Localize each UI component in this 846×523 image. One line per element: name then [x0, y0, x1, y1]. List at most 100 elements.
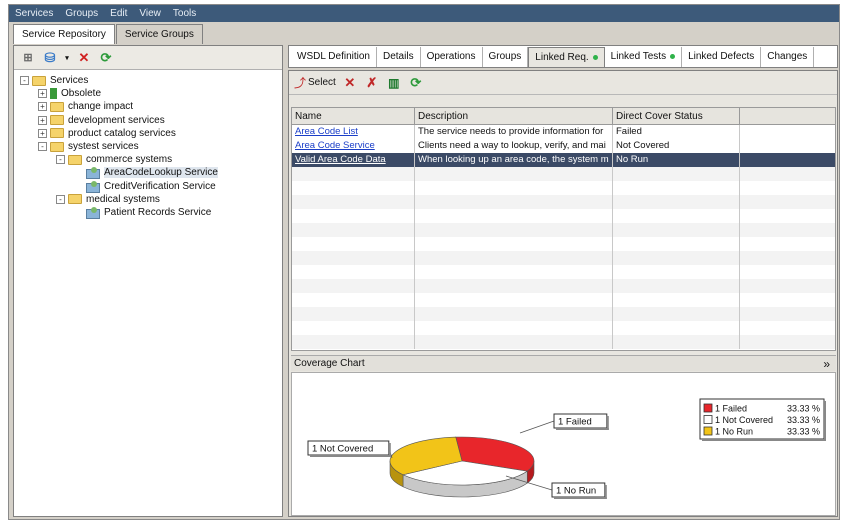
app-window: Services Groups Edit View Tools Service …	[8, 4, 840, 520]
menu-view[interactable]: View	[139, 8, 161, 19]
remove-all-links-icon[interactable]: ✗	[364, 75, 380, 91]
tree-node[interactable]: + development services	[20, 114, 282, 127]
empty-table-row	[292, 279, 835, 293]
menu-services[interactable]: Services	[15, 8, 53, 19]
expand-icon[interactable]: +	[38, 102, 47, 112]
table-cell-name	[292, 293, 415, 307]
table-cell-name	[292, 181, 415, 195]
table-cell-name	[292, 167, 415, 181]
empty-table-row	[292, 321, 835, 335]
tree-node[interactable]: - Services	[20, 74, 282, 87]
dropdown-arrow-icon[interactable]: ▾	[64, 50, 70, 66]
add-service-icon[interactable]: ⛁	[42, 50, 58, 66]
expand-icon[interactable]: +	[38, 89, 47, 99]
requirement-link[interactable]: Area Code Service	[295, 140, 375, 151]
table-cell-name: Area Code Service	[292, 139, 415, 153]
requirement-link[interactable]: Valid Area Code Data	[295, 154, 386, 165]
table-cell-status	[613, 167, 740, 181]
delete-icon[interactable]: ✕	[76, 50, 92, 66]
legend-swatch	[703, 426, 713, 436]
tab-details[interactable]: Details	[377, 47, 421, 67]
linked-requirements-grid: Name Description Direct Cover Status Are…	[291, 107, 836, 351]
refresh-icon[interactable]: ⟳	[408, 75, 424, 91]
table-row[interactable]: Area Code List The service needs to provi…	[292, 125, 835, 139]
table-cell-name	[292, 321, 415, 335]
tree-node[interactable]: - commerce systems	[20, 153, 282, 166]
table-cell-status	[613, 265, 740, 279]
tab-wsdl-definition[interactable]: WSDL Definition	[291, 47, 377, 67]
legend-percent: 33.33 %	[787, 404, 820, 414]
collapse-icon[interactable]: -	[20, 76, 29, 86]
has-links-indicator-icon	[670, 54, 676, 59]
table-cell-desc	[415, 265, 613, 279]
columns-icon[interactable]: ▥	[386, 75, 402, 91]
menu-edit[interactable]: Edit	[110, 8, 127, 19]
callout-shadow	[604, 485, 607, 499]
table-cell-status	[613, 195, 740, 209]
collapse-icon[interactable]: -	[56, 194, 65, 204]
tree-node[interactable]: + Obsolete	[20, 87, 282, 100]
tree-node-label: AreaCodeLookup Service	[104, 167, 218, 179]
tab-label: Linked Tests	[610, 51, 667, 62]
table-cell-desc	[415, 293, 613, 307]
collapse-icon[interactable]: -	[38, 142, 47, 152]
tree-node[interactable]: - medical systems	[20, 193, 282, 206]
table-cell-name	[292, 335, 415, 349]
table-cell-status	[613, 321, 740, 335]
tab-service-repository[interactable]: Service Repository	[13, 24, 115, 44]
service-icon	[86, 167, 100, 180]
legend-label: 1 No Run	[715, 427, 753, 437]
remove-link-icon[interactable]: ✕	[342, 75, 358, 91]
column-header-name[interactable]: Name	[292, 108, 415, 124]
tab-changes[interactable]: Changes	[761, 47, 815, 67]
menu-tools[interactable]: Tools	[173, 8, 196, 19]
callout-shadow	[606, 416, 609, 430]
coverage-chart-header: Coverage Chart »	[291, 355, 836, 371]
tree-node[interactable]: AreaCodeLookup Service	[20, 166, 282, 180]
new-folder-icon[interactable]: ⊞	[20, 50, 36, 66]
tree-node-label: product catalog services	[68, 127, 176, 139]
folder-icon	[68, 154, 82, 165]
expand-icon[interactable]: +	[38, 128, 47, 138]
callout-label: 1 No Run	[556, 486, 596, 497]
tab-service-groups[interactable]: Service Groups	[115, 24, 203, 44]
refresh-icon[interactable]: ⟳	[98, 50, 114, 66]
tab-linked-defects[interactable]: Linked Defects	[682, 47, 762, 67]
tree-node[interactable]: - systest services	[20, 140, 282, 153]
linked-requirements-panel: ⤴ Select ✕ ✗ ▥ ⟳ Name Description Direct…	[288, 70, 838, 517]
table-cell-status	[613, 251, 740, 265]
table-cell-desc	[415, 279, 613, 293]
tab-groups[interactable]: Groups	[483, 47, 529, 67]
legend-percent: 33.33 %	[787, 415, 820, 425]
collapse-icon[interactable]: »	[823, 357, 830, 371]
top-tab-strip: Service Repository Service Groups	[13, 24, 204, 44]
table-row[interactable]: Valid Area Code Data When looking up an a…	[292, 153, 835, 167]
tab-operations[interactable]: Operations	[421, 47, 483, 67]
select-icon: ⤴	[294, 76, 307, 90]
table-cell-status	[613, 223, 740, 237]
table-cell-desc	[415, 195, 613, 209]
requirement-link[interactable]: Area Code List	[295, 126, 358, 137]
tree-node[interactable]: CreditVerification Service	[20, 180, 282, 193]
callout-shadow	[310, 455, 391, 457]
tab-linked-tests[interactable]: Linked Tests	[605, 47, 683, 67]
legend-shadow	[824, 401, 826, 441]
tab-linked-req[interactable]: Linked Req.	[528, 47, 605, 67]
tree-node-label: Obsolete	[61, 88, 102, 100]
tree-node[interactable]: + change impact	[20, 100, 282, 113]
menu-groups[interactable]: Groups	[65, 8, 98, 19]
tree-node[interactable]: + product catalog services	[20, 127, 282, 140]
empty-table-row	[292, 293, 835, 307]
column-header-description[interactable]: Description	[415, 108, 613, 124]
table-cell-desc	[415, 335, 613, 349]
table-row[interactable]: Area Code Service Clients need a way to l…	[292, 139, 835, 153]
tree-toolbar: ⊞ ⛁ ▾ ✕ ⟳	[14, 46, 282, 70]
collapse-icon[interactable]: -	[56, 155, 65, 165]
table-cell-name	[292, 209, 415, 223]
expand-icon[interactable]: +	[38, 115, 47, 125]
tree-node-label: change impact	[68, 101, 134, 113]
tree-node[interactable]: Patient Records Service	[20, 206, 282, 219]
select-button[interactable]: ⤴ Select	[294, 74, 336, 91]
legend-swatch	[703, 403, 713, 413]
column-header-status[interactable]: Direct Cover Status	[613, 108, 740, 124]
